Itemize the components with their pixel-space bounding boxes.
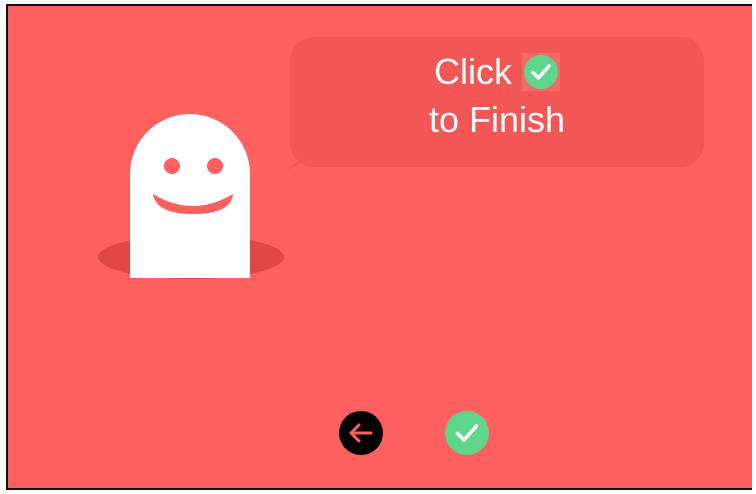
ghost-character (98, 114, 288, 284)
speech-bubble-text: Click to Finish (290, 48, 704, 144)
arrow-left-icon (339, 411, 383, 455)
inline-check-icon (522, 53, 560, 91)
game-stage: Click to Finish (6, 4, 752, 490)
ghost-icon (98, 114, 284, 279)
instruction-click-label: Click (434, 51, 512, 92)
ghost-right-eye (207, 158, 223, 174)
check-circle-icon (445, 411, 489, 455)
finish-button[interactable] (444, 410, 490, 456)
back-button[interactable] (338, 410, 384, 456)
instruction-line-2: to Finish (428, 99, 566, 140)
instruction-line-1: Click (290, 48, 704, 96)
ghost-left-eye (164, 158, 180, 174)
